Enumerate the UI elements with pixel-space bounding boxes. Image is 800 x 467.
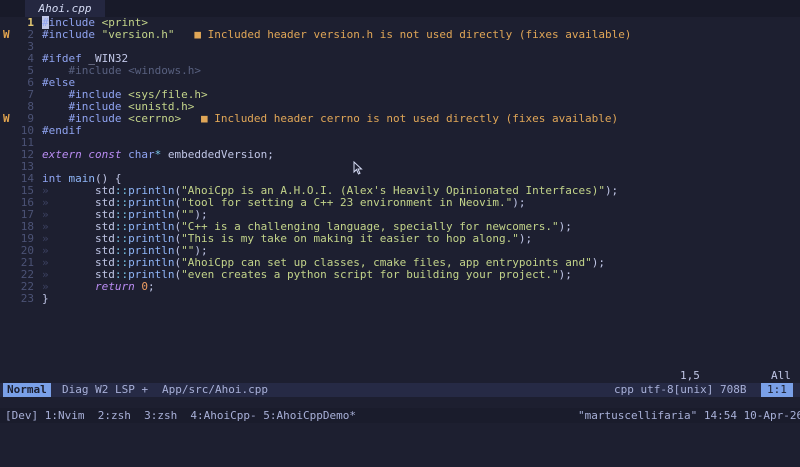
ruler-scroll: All — [771, 369, 791, 382]
code-token: return — [94, 280, 142, 293]
statusline: Normal Diag W2 LSP + App/src/Ahoi.cpp cp… — [0, 383, 800, 397]
code-line[interactable]: W9 #include <cerrno> ■ Included header c… — [0, 113, 800, 125]
tmux-session-info: "martuscellifaria" 14:54 10-Apr-26 — [578, 409, 800, 422]
code-token: "version.h" — [101, 28, 175, 41]
code-token: » — [42, 280, 95, 293]
code-token: 0 — [141, 280, 148, 293]
code-token: * — [154, 148, 168, 161]
code-token: extern — [42, 148, 89, 161]
tab-ahoi-cpp[interactable]: Ahoi.cpp — [25, 0, 105, 17]
code-text: #include <cerrno> ■ Included header cerr… — [42, 113, 618, 125]
diagnostics-info: Diag W2 LSP + — [62, 383, 149, 396]
code-line[interactable]: 5 #include <windows.h> — [0, 65, 800, 77]
mode-indicator: Normal — [3, 383, 51, 397]
code-token: ); — [604, 184, 619, 197]
code-token: <cerrno> — [128, 112, 182, 125]
code-token: #endif — [42, 124, 82, 137]
code-line[interactable]: 12 extern const char* embeddedVersion; — [0, 149, 800, 161]
code-token: embeddedVersion; — [167, 148, 274, 161]
code-token: "even creates a python script for buildi… — [181, 268, 559, 281]
code-line[interactable]: 23} — [0, 293, 800, 305]
mouse-pointer-icon — [353, 161, 363, 175]
diagnostic-message: ■ Included header version.h is not used … — [194, 28, 632, 41]
code-token: ); — [558, 220, 572, 233]
code-token: #include — [42, 28, 102, 41]
code-token: "This is my take on making it easier to … — [181, 232, 519, 245]
tmux-windows[interactable]: [Dev] 1:Nvim 2:zsh 3:zsh 4:AhoiCpp- 5:Ah… — [5, 408, 356, 423]
code-text: #include "version.h" ■ Included header v… — [42, 29, 631, 41]
code-token: ); — [518, 232, 533, 245]
code-token: ; — [147, 280, 155, 293]
line-number: 23 — [20, 292, 34, 305]
tabline: Ahoi.cpp — [0, 0, 800, 17]
code-text: extern const char* embeddedVersion; — [42, 149, 274, 161]
editor-buffer[interactable]: 1 #include <print> W 2 #include "version.h" … — [0, 16, 800, 381]
code-text: » return 0; — [42, 281, 155, 293]
cursor-location: 1:1 — [761, 383, 793, 397]
code-line[interactable]: 10 #endif — [0, 125, 800, 137]
ruler-position: 1,5 — [680, 369, 700, 382]
code-line[interactable]: W 2 #include "version.h" ■ Included header… — [0, 29, 800, 41]
file-encoding-info: cpp utf-8[unix] 708B — [614, 383, 747, 396]
code-token: ); — [558, 268, 572, 281]
code-token: ); — [512, 196, 526, 209]
file-path: App/src/Ahoi.cpp — [162, 383, 268, 396]
code-token: ); — [591, 256, 605, 269]
code-token: "tool for setting a C++ 23 environment i… — [181, 196, 513, 209]
code-text: #endif — [42, 125, 82, 137]
code-line[interactable]: 22» return 0; — [0, 281, 800, 293]
code-token: const — [88, 148, 129, 161]
code-token: char — [128, 148, 155, 161]
code-text: } — [42, 293, 49, 305]
diagnostic-message: ■ Included header cerrno is not used dir… — [200, 112, 619, 125]
code-token: } — [42, 292, 49, 305]
tmux-status-bar: [Dev] 1:Nvim 2:zsh 3:zsh 4:AhoiCpp- 5:Ah… — [0, 408, 800, 423]
